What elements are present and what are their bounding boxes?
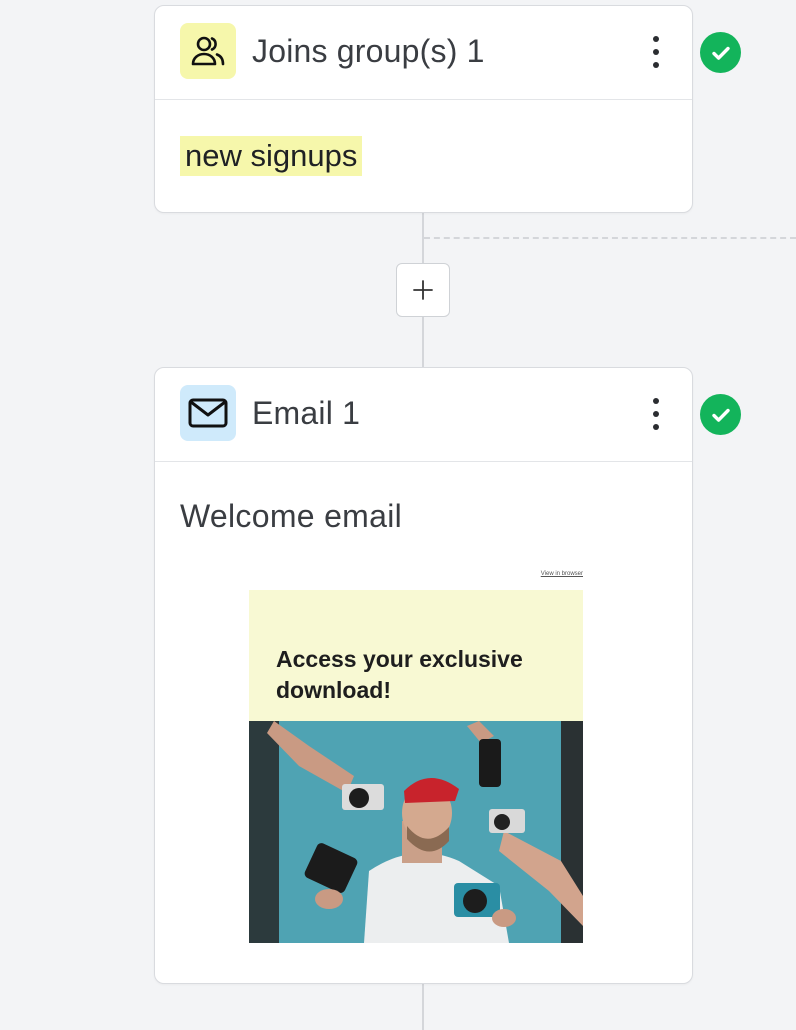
branch-dashed-connector xyxy=(424,237,796,239)
connector-line-bottom xyxy=(422,984,424,1030)
email-subject: Welcome email xyxy=(180,498,403,534)
trigger-card-title: Joins group(s) 1 xyxy=(252,33,485,69)
email-card-title: Email 1 xyxy=(252,395,361,431)
users-icon xyxy=(180,23,236,79)
group-tag: new signups xyxy=(180,136,363,176)
add-step-button[interactable] xyxy=(396,263,450,317)
email-preview[interactable]: View in browser Access your exclusive do… xyxy=(249,571,583,944)
email-card-header: Email 1 xyxy=(155,368,692,462)
trigger-card-menu-icon[interactable] xyxy=(648,36,664,68)
email-headline: Access your exclusive download! xyxy=(276,646,523,703)
envelope-icon xyxy=(180,385,236,441)
email-card-menu-icon[interactable] xyxy=(648,398,664,430)
plus-icon xyxy=(413,280,433,300)
connector-line-middle xyxy=(422,317,424,368)
email-hero-image xyxy=(249,721,583,943)
email-banner: Access your exclusive download! xyxy=(249,590,583,721)
trigger-card-header: Joins group(s) 1 xyxy=(155,6,692,100)
email-card[interactable]: Email 1 Welcome email View in browser Ac… xyxy=(154,367,693,984)
view-in-browser-link[interactable]: View in browser xyxy=(541,571,583,577)
trigger-status-check-icon xyxy=(700,32,741,73)
email-status-check-icon xyxy=(700,394,741,435)
trigger-card[interactable]: Joins group(s) 1 new signups xyxy=(154,5,693,213)
